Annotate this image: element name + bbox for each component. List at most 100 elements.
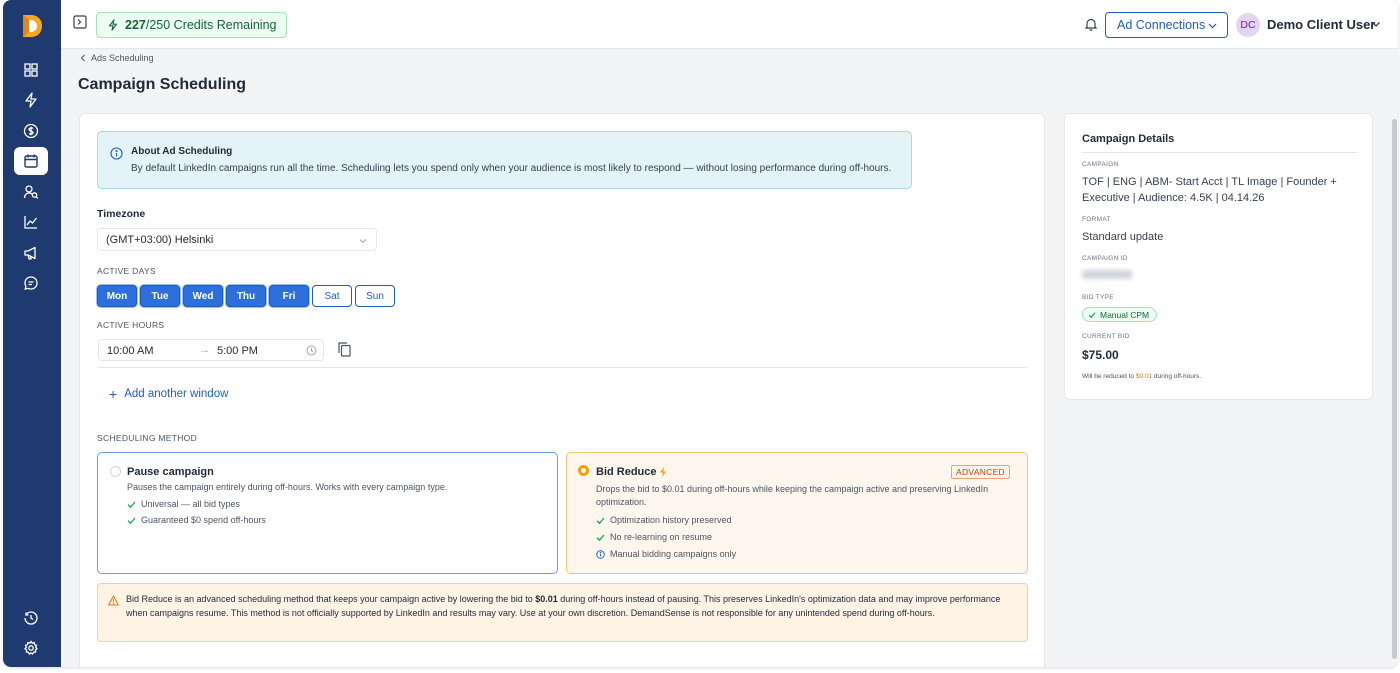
- feature-text: Manual bidding campaigns only: [610, 549, 737, 559]
- sidebar-toggle-icon[interactable]: [73, 15, 87, 29]
- active-days-label: ACTIVE DAYS: [97, 266, 156, 276]
- hours-arrow: →: [199, 344, 210, 356]
- copy-icon[interactable]: [338, 342, 351, 357]
- note-post: during off-hours.: [1152, 373, 1202, 380]
- chevron-down-icon: [359, 239, 367, 244]
- sidebar: [3, 0, 61, 667]
- breadcrumb-back-label: Ads Scheduling: [91, 53, 154, 63]
- scrollbar-thumb[interactable]: [1392, 119, 1397, 659]
- nav-analytics[interactable]: [14, 208, 48, 236]
- gear-icon: [24, 640, 38, 655]
- active-hours-range: 10:00 AM → 5:00 PM: [98, 339, 324, 361]
- nav-campaigns[interactable]: [14, 239, 48, 267]
- nav-settings[interactable]: [14, 634, 48, 662]
- avatar[interactable]: DC: [1236, 13, 1260, 37]
- page-title: Campaign Scheduling: [78, 76, 247, 93]
- credits-badge: 227/250 Credits Remaining: [96, 12, 288, 38]
- active-days-group: Mon Tue Wed Thu Fri Sat Sun: [97, 285, 395, 307]
- pause-title: Pause campaign: [127, 466, 214, 478]
- day-toggle-thu[interactable]: Thu: [226, 285, 266, 307]
- campaign-name: TOF | ENG | ABM- Start Acct | TL Image |…: [1082, 176, 1337, 204]
- campaign-id-redacted: [1082, 270, 1132, 279]
- format-value: Standard update: [1082, 231, 1164, 243]
- nav-audiences[interactable]: [14, 178, 48, 206]
- about-scheduling-info: About Ad Scheduling By default LinkedIn …: [97, 131, 912, 189]
- bid-type-label: BID TYPE: [1082, 294, 1114, 301]
- bell-icon[interactable]: [1084, 17, 1098, 31]
- scrollbar-track[interactable]: [1391, 49, 1398, 667]
- warning-text: Bid Reduce is an advanced scheduling met…: [126, 593, 1016, 620]
- format-label: FORMAT: [1082, 216, 1111, 223]
- day-toggle-mon[interactable]: Mon: [97, 285, 137, 307]
- bolt-icon: [659, 467, 666, 477]
- demandsense-logo[interactable]: [21, 14, 43, 38]
- day-toggle-fri[interactable]: Fri: [269, 285, 309, 307]
- check-icon: [127, 517, 136, 524]
- add-window-label: Add another window: [124, 388, 229, 400]
- campaign-details-card: Campaign Details CAMPAIGN TOF | ENG | AB…: [1064, 113, 1373, 400]
- ad-connections-dropdown[interactable]: Ad Connections: [1105, 12, 1228, 38]
- warning-icon: [108, 595, 119, 606]
- hours-to-input[interactable]: 5:00 PM: [217, 345, 258, 357]
- bid-reduce-title-row: Bid Reduce: [596, 466, 667, 478]
- timezone-select[interactable]: (GMT+03:00) Helsinki: [97, 228, 377, 251]
- note-pre: Will be reduced to: [1082, 373, 1136, 380]
- campaign-label: CAMPAIGN: [1082, 161, 1119, 168]
- credits-used: 227: [125, 18, 146, 32]
- nav-messages[interactable]: [14, 269, 48, 297]
- note-highlight: $0.01: [1135, 373, 1153, 380]
- bolt-icon: [108, 19, 118, 31]
- bid-reduce-note: Will be reduced to $0.01 during off-hour…: [1082, 373, 1201, 380]
- details-divider: [1082, 152, 1357, 153]
- about-title: About Ad Scheduling: [131, 146, 233, 157]
- dollar-circle-icon: [23, 123, 39, 139]
- chevron-down-icon[interactable]: [1371, 19, 1381, 29]
- pause-radio[interactable]: [110, 466, 121, 477]
- check-icon: [127, 501, 136, 508]
- timezone-label: Timezone: [97, 208, 146, 220]
- add-window-button[interactable]: + Add another window: [109, 387, 229, 401]
- feature-text: Guaranteed $0 spend off-hours: [141, 515, 266, 525]
- scheduling-method-label: SCHEDULING METHOD: [97, 433, 198, 443]
- section-divider: [97, 367, 1028, 368]
- feature-text: Optimization history preserved: [610, 515, 732, 525]
- info-icon: [110, 147, 123, 160]
- top-bar: 227/250 Credits Remaining Ad Connections…: [61, 0, 1398, 49]
- details-title: Campaign Details: [1082, 133, 1175, 145]
- day-toggle-sun[interactable]: Sun: [355, 285, 395, 307]
- advanced-badge: ADVANCED: [951, 465, 1010, 479]
- day-toggle-wed[interactable]: Wed: [183, 285, 223, 307]
- user-menu-name[interactable]: Demo Client User: [1267, 17, 1375, 32]
- bolt-icon: [25, 92, 37, 108]
- megaphone-icon: [24, 246, 36, 260]
- check-icon: [596, 517, 605, 524]
- campaign-id-label: CAMPAIGN ID: [1082, 255, 1128, 262]
- chevron-down-icon: [1208, 23, 1217, 29]
- bid-reduce-warning: Bid Reduce is an advanced scheduling met…: [97, 583, 1028, 642]
- feature-item: Guaranteed $0 spend off-hours: [127, 515, 266, 525]
- nav-scheduling[interactable]: [14, 147, 48, 175]
- pause-desc: Pauses the campaign entirely during off-…: [127, 482, 448, 492]
- feature-item: No re-learning on resume: [596, 532, 712, 542]
- nav-activity[interactable]: [14, 86, 48, 114]
- clock-rewind-icon: [24, 611, 38, 625]
- day-toggle-tue[interactable]: Tue: [140, 285, 180, 307]
- nav-history[interactable]: [14, 604, 48, 632]
- method-option-bid-reduce[interactable]: Bid Reduce ADVANCED Drops the bid to $0.…: [566, 452, 1028, 574]
- nav-dashboard[interactable]: [14, 56, 48, 84]
- clock-icon: [306, 345, 317, 356]
- bid-type-badge: Manual CPM: [1082, 307, 1158, 322]
- line-chart-icon: [24, 216, 38, 229]
- bid-reduce-desc: Drops the bid to $0.01 during off-hours …: [596, 484, 989, 507]
- feature-item: Optimization history preserved: [596, 515, 732, 525]
- feature-text: Universal — all bid types: [141, 499, 241, 509]
- day-toggle-sat[interactable]: Sat: [312, 285, 352, 307]
- method-option-pause[interactable]: Pause campaign Pauses the campaign entir…: [97, 452, 558, 574]
- bid-reduce-radio[interactable]: [578, 465, 589, 476]
- hours-from-input[interactable]: 10:00 AM: [107, 345, 153, 357]
- credits-remaining-text: /250 Credits Remaining: [145, 18, 277, 32]
- app-window: 227/250 Credits Remaining Ad Connections…: [3, 0, 1398, 667]
- bid-type-value: Manual CPM: [1100, 309, 1150, 320]
- nav-billing[interactable]: [14, 117, 48, 145]
- breadcrumb[interactable]: Ads Scheduling: [79, 53, 154, 63]
